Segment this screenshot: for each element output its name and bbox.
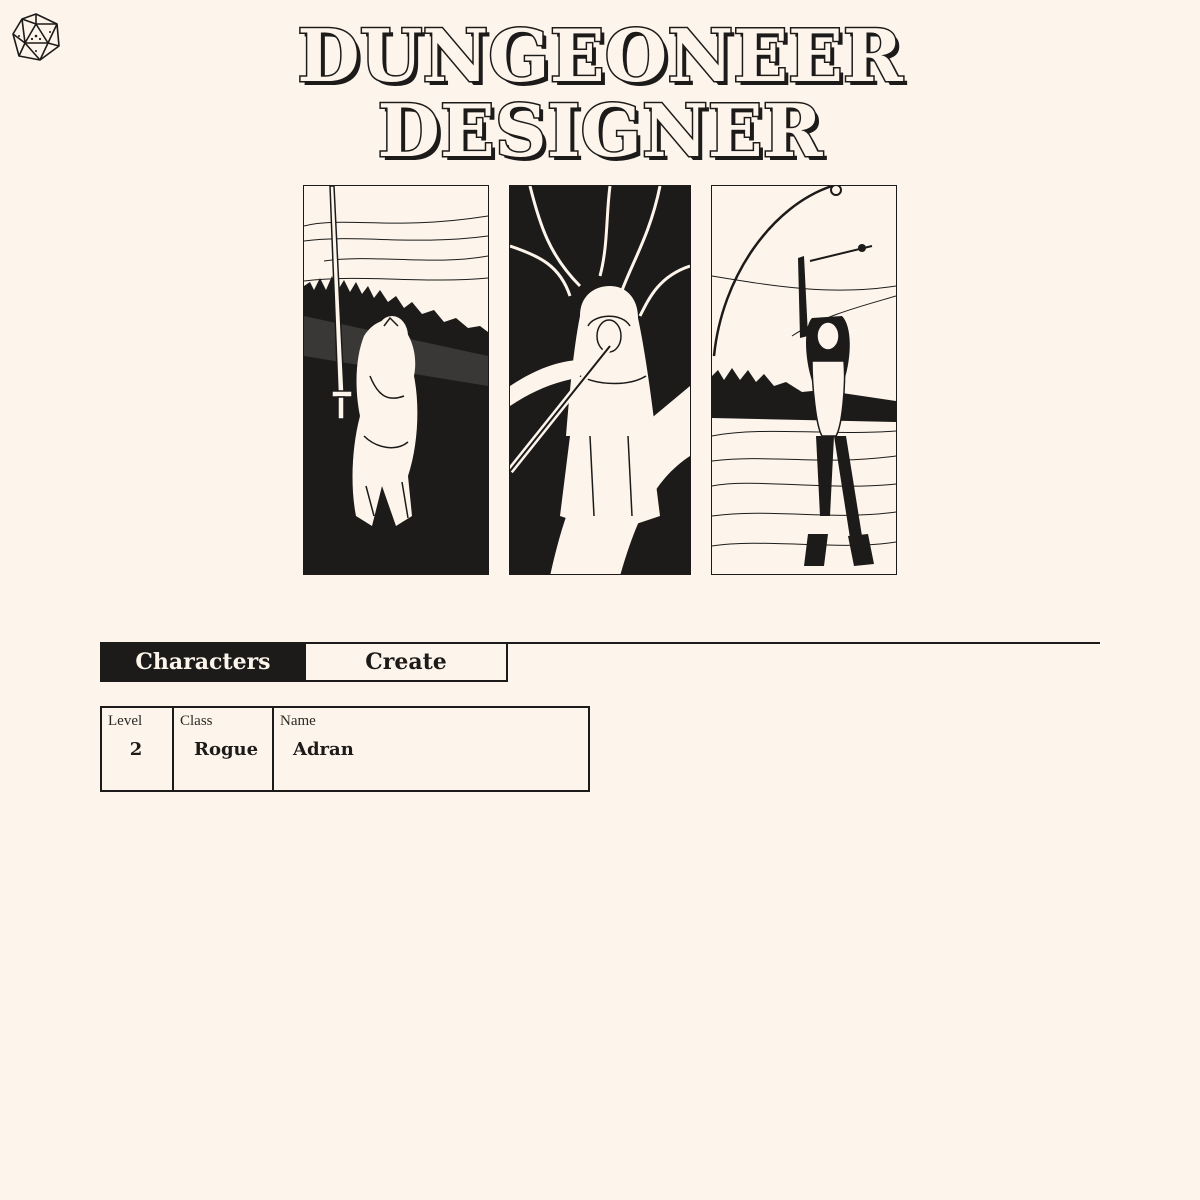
character-level-cell: Level 2 [102, 708, 172, 790]
title-line1: DUNGEONEER [297, 14, 904, 98]
tab-create[interactable]: Create [304, 642, 508, 682]
woman-with-bow-illustration [711, 185, 897, 575]
character-name-value: Adran [293, 739, 354, 760]
character-class-cell: Class Rogue [172, 708, 272, 790]
tab-create-label: Create [365, 649, 447, 675]
class-column-label: Class [180, 713, 213, 729]
character-level-value: 2 [129, 739, 143, 760]
character-name-cell: Name Adran [272, 708, 588, 790]
tab-characters[interactable]: Characters [100, 642, 306, 682]
hooded-flute-player-illustration [509, 185, 691, 575]
level-column-label: Level [108, 713, 143, 729]
tab-characters-label: Characters [135, 649, 271, 675]
character-class-value: Rogue [194, 739, 259, 760]
title-line2: DESIGNER [377, 88, 823, 173]
hero-illustrations [303, 185, 897, 575]
warrior-with-sword-illustration [303, 185, 489, 575]
app-title: DUNGEONEER DUNGEONEER DESIGNER DESIGNER [0, 14, 1200, 174]
character-card[interactable]: Level 2 Class Rogue Name Adran [100, 706, 590, 792]
tab-bar: Characters Create [100, 642, 1100, 686]
name-column-label: Name [280, 713, 316, 729]
